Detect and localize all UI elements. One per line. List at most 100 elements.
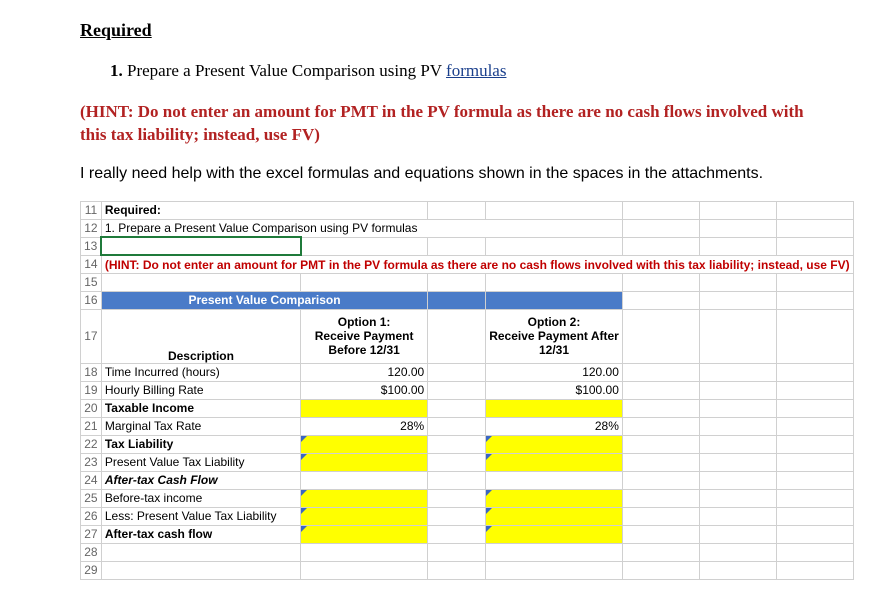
cell[interactable] bbox=[622, 219, 699, 237]
cell-input-opt2[interactable] bbox=[486, 489, 623, 507]
cell[interactable] bbox=[699, 471, 776, 489]
cell[interactable] bbox=[622, 381, 699, 399]
cell[interactable] bbox=[776, 489, 853, 507]
cell-label[interactable]: Hourly Billing Rate bbox=[101, 381, 300, 399]
cell[interactable] bbox=[699, 525, 776, 543]
cell-label[interactable]: Marginal Tax Rate bbox=[101, 417, 300, 435]
cell[interactable] bbox=[699, 309, 776, 363]
cell-label[interactable]: After-tax Cash Flow bbox=[101, 471, 300, 489]
cell[interactable] bbox=[622, 543, 699, 561]
cell[interactable] bbox=[776, 309, 853, 363]
cell[interactable] bbox=[301, 237, 428, 255]
cell[interactable] bbox=[776, 399, 853, 417]
cell-value-opt2[interactable]: $100.00 bbox=[486, 381, 623, 399]
cell[interactable] bbox=[428, 201, 486, 219]
cell[interactable] bbox=[428, 453, 486, 471]
cell[interactable] bbox=[428, 273, 486, 291]
cell[interactable] bbox=[486, 201, 623, 219]
cell[interactable] bbox=[301, 561, 428, 579]
cell[interactable] bbox=[699, 435, 776, 453]
cell[interactable] bbox=[776, 237, 853, 255]
cell[interactable] bbox=[622, 489, 699, 507]
cell[interactable] bbox=[622, 237, 699, 255]
cell-input-opt2[interactable] bbox=[486, 525, 623, 543]
cell[interactable] bbox=[428, 525, 486, 543]
cell[interactable] bbox=[622, 363, 699, 381]
cell[interactable] bbox=[428, 381, 486, 399]
cell[interactable] bbox=[622, 471, 699, 489]
cell[interactable] bbox=[776, 273, 853, 291]
formulas-link[interactable]: formulas bbox=[446, 61, 506, 80]
cell[interactable] bbox=[699, 291, 776, 309]
cell[interactable] bbox=[776, 471, 853, 489]
cell-hint[interactable]: (HINT: Do not enter an amount for PMT in… bbox=[101, 255, 853, 273]
cell-label[interactable]: Time Incurred (hours) bbox=[101, 363, 300, 381]
cell[interactable] bbox=[699, 363, 776, 381]
cell-task[interactable]: 1. Prepare a Present Value Comparison us… bbox=[101, 219, 622, 237]
cell[interactable] bbox=[699, 219, 776, 237]
cell[interactable] bbox=[428, 237, 486, 255]
cell-input-opt2[interactable] bbox=[486, 435, 623, 453]
cell-value-opt2[interactable]: 120.00 bbox=[486, 363, 623, 381]
cell-input-opt1[interactable] bbox=[301, 507, 428, 525]
cell-input-opt1[interactable] bbox=[301, 435, 428, 453]
cell[interactable] bbox=[699, 507, 776, 525]
cell[interactable] bbox=[776, 201, 853, 219]
cell[interactable] bbox=[622, 309, 699, 363]
cell[interactable] bbox=[101, 561, 300, 579]
cell-input-opt1[interactable] bbox=[301, 399, 428, 417]
cell[interactable] bbox=[428, 507, 486, 525]
cell[interactable] bbox=[101, 273, 300, 291]
cell[interactable] bbox=[622, 201, 699, 219]
cell-input-opt2[interactable] bbox=[486, 507, 623, 525]
cell[interactable] bbox=[699, 561, 776, 579]
option1-header[interactable]: Option 1: Receive Payment Before 12/31 bbox=[301, 309, 428, 363]
cell[interactable] bbox=[428, 561, 486, 579]
cell-input-opt2[interactable] bbox=[486, 399, 623, 417]
cell[interactable] bbox=[428, 471, 486, 489]
cell[interactable] bbox=[486, 561, 623, 579]
cell[interactable] bbox=[428, 489, 486, 507]
cell[interactable] bbox=[776, 363, 853, 381]
cell[interactable] bbox=[622, 273, 699, 291]
cell[interactable] bbox=[486, 273, 623, 291]
cell[interactable] bbox=[776, 561, 853, 579]
cell[interactable] bbox=[301, 543, 428, 561]
cell[interactable] bbox=[699, 399, 776, 417]
cell-label[interactable]: Taxable Income bbox=[101, 399, 300, 417]
cell-label[interactable]: Tax Liability bbox=[101, 435, 300, 453]
cell[interactable] bbox=[622, 525, 699, 543]
cell[interactable] bbox=[776, 381, 853, 399]
cell[interactable] bbox=[101, 543, 300, 561]
cell-label[interactable]: Before-tax income bbox=[101, 489, 300, 507]
cell[interactable] bbox=[776, 543, 853, 561]
cell[interactable] bbox=[699, 273, 776, 291]
cell-value-opt1[interactable]: 120.00 bbox=[301, 363, 428, 381]
cell[interactable] bbox=[699, 453, 776, 471]
cell[interactable] bbox=[699, 237, 776, 255]
cell-label[interactable]: Less: Present Value Tax Liability bbox=[101, 507, 300, 525]
cell-required[interactable]: Required: bbox=[101, 201, 427, 219]
pv-title-ext[interactable] bbox=[486, 291, 623, 309]
cell-input-opt1[interactable] bbox=[301, 525, 428, 543]
cell[interactable] bbox=[776, 507, 853, 525]
cell-input-opt2[interactable] bbox=[486, 453, 623, 471]
cell[interactable] bbox=[776, 417, 853, 435]
cell[interactable] bbox=[428, 309, 486, 363]
cell[interactable] bbox=[486, 471, 623, 489]
cell[interactable] bbox=[776, 291, 853, 309]
cell[interactable] bbox=[428, 417, 486, 435]
cell[interactable] bbox=[699, 417, 776, 435]
cell[interactable] bbox=[428, 435, 486, 453]
cell[interactable] bbox=[699, 543, 776, 561]
cell[interactable] bbox=[301, 471, 428, 489]
cell[interactable] bbox=[699, 381, 776, 399]
cell[interactable] bbox=[428, 363, 486, 381]
cell-value-opt1[interactable]: 28% bbox=[301, 417, 428, 435]
cell[interactable] bbox=[301, 273, 428, 291]
cell-label[interactable]: After-tax cash flow bbox=[101, 525, 300, 543]
cell[interactable] bbox=[776, 525, 853, 543]
cell[interactable] bbox=[699, 201, 776, 219]
cell-input-opt1[interactable] bbox=[301, 489, 428, 507]
cell[interactable] bbox=[486, 237, 623, 255]
